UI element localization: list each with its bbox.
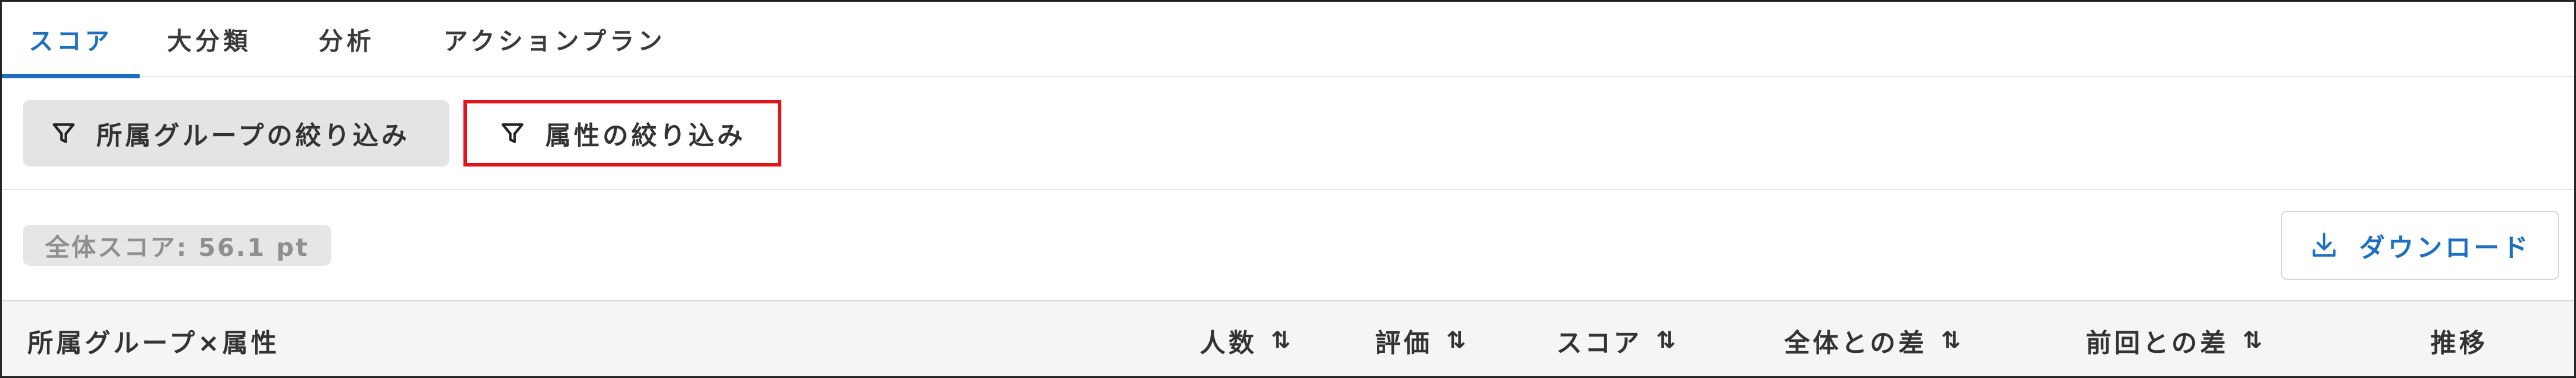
sort-icon[interactable]: ⇅ [2243, 327, 2263, 354]
tab-label: スコア [28, 27, 113, 56]
score-panel: スコア 大分類 分析 アクションプラン 所属グループの絞り込み 属性の絞り込み … [0, 0, 2576, 378]
filter-bar: 所属グループの絞り込み 属性の絞り込み [2, 78, 2574, 190]
overall-score-badge: 全体スコア: 56.1 pt [23, 225, 331, 266]
overall-score-text: 全体スコア: 56.1 pt [45, 233, 309, 262]
download-label: ダウンロード [2359, 233, 2531, 263]
column-header-trend: 推移 [2430, 301, 2488, 376]
tab-label: 分析 [318, 27, 375, 56]
tab-action-plan[interactable]: アクションプラン [432, 2, 677, 77]
sort-icon[interactable]: ⇅ [1271, 327, 1291, 354]
sort-icon[interactable]: ⇅ [1941, 327, 1961, 354]
column-header-label: 前回との差 [2086, 328, 2229, 358]
column-header-score[interactable]: スコア ⇅ [1556, 301, 1676, 376]
filter-icon [50, 119, 78, 147]
active-tab-indicator [2, 74, 140, 78]
column-header-label: 所属グループ×属性 [27, 328, 280, 358]
filter-icon [498, 119, 527, 147]
column-header-label: 推移 [2430, 328, 2488, 358]
column-header-evaluation[interactable]: 評価 ⇅ [1375, 301, 1466, 376]
column-header-label: スコア [1556, 328, 1642, 358]
tab-label: アクションプラン [443, 27, 666, 56]
column-header-label: 全体との差 [1784, 328, 1927, 358]
sort-icon[interactable]: ⇅ [1656, 327, 1676, 354]
table-header-row: 所属グループ×属性 人数 ⇅ 評価 ⇅ スコア ⇅ 全体との差 ⇅ 前回との差 … [2, 301, 2574, 376]
tab-major-category[interactable]: 大分類 [160, 2, 259, 77]
download-icon [2309, 229, 2342, 262]
attribute-filter-label: 属性の絞り込み [545, 121, 746, 151]
group-filter-label: 所属グループの絞り込み [96, 121, 410, 151]
download-button[interactable]: ダウンロード [2281, 211, 2559, 280]
tab-bar: スコア 大分類 分析 アクションプラン [2, 2, 2574, 78]
tab-label: 大分類 [167, 27, 251, 56]
tab-score[interactable]: スコア [2, 2, 140, 78]
sort-icon[interactable]: ⇅ [1446, 327, 1466, 354]
column-header-label: 人数 [1200, 328, 1257, 358]
column-header-diff-from-previous[interactable]: 前回との差 ⇅ [2086, 301, 2263, 376]
column-header-diff-from-overall[interactable]: 全体との差 ⇅ [1784, 301, 1961, 376]
column-header-label: 評価 [1375, 328, 1432, 358]
score-summary-bar: 全体スコア: 56.1 pt ダウンロード [2, 190, 2574, 301]
column-header-count[interactable]: 人数 ⇅ [1200, 301, 1291, 376]
attribute-filter-button[interactable]: 属性の絞り込み [463, 100, 781, 167]
tab-analysis[interactable]: 分析 [306, 2, 387, 77]
column-header-group-attribute: 所属グループ×属性 [27, 301, 280, 376]
group-filter-button[interactable]: 所属グループの絞り込み [23, 100, 449, 167]
